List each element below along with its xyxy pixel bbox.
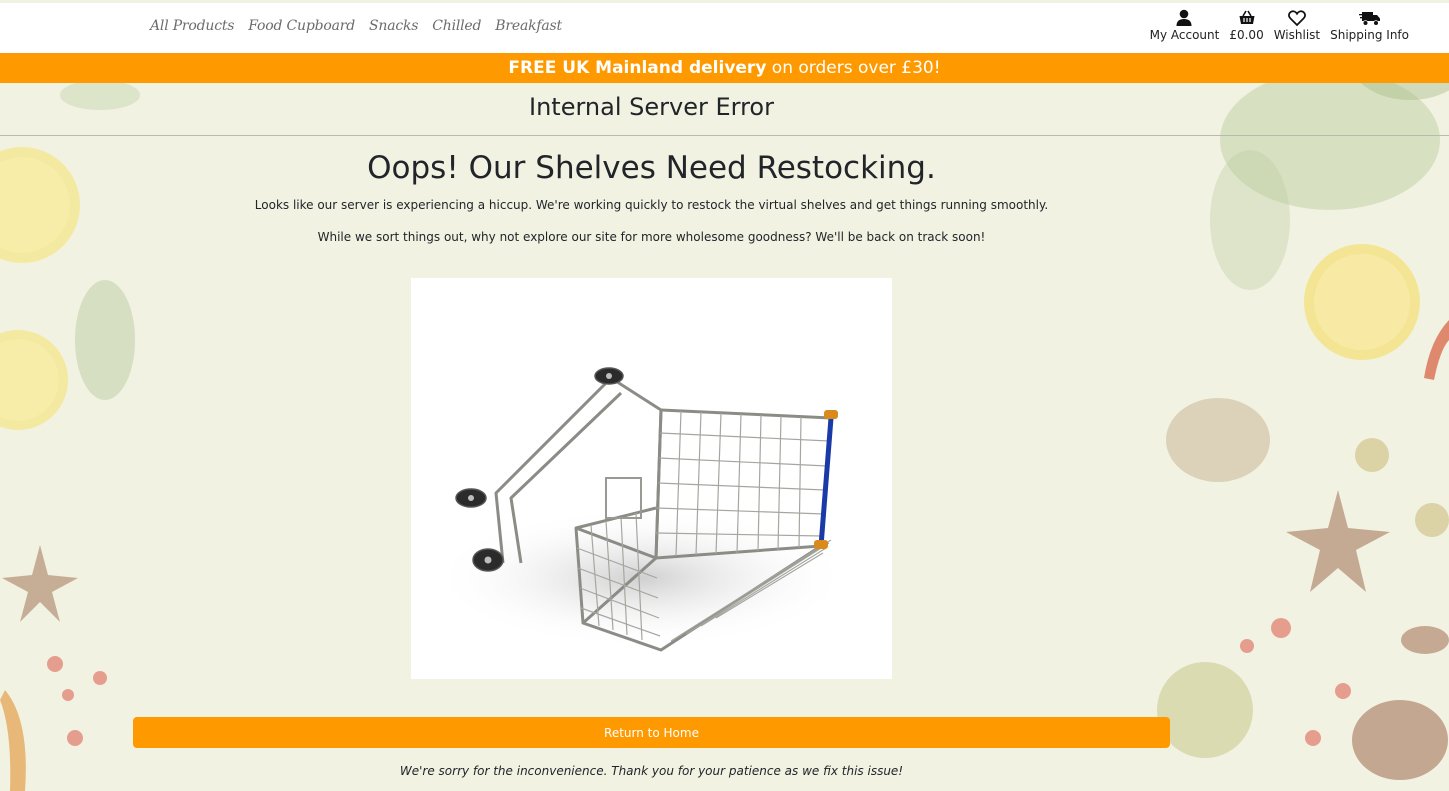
nav-links: All Products Food Cupboard Snacks Chille… [150, 18, 562, 34]
wishlist-link[interactable]: Wishlist [1274, 9, 1320, 42]
basket-icon [1239, 10, 1255, 24]
banner-bold-text: FREE UK Mainland delivery [508, 58, 767, 78]
nav-link-food-cupboard[interactable]: Food Cupboard [248, 18, 355, 34]
my-account-label: My Account [1149, 28, 1220, 42]
basket-total: £0.00 [1229, 28, 1264, 42]
delivery-banner: FREE UK Mainland delivery on orders over… [0, 53, 1449, 83]
main-navbar: All Products Food Cupboard Snacks Chille… [0, 3, 1449, 53]
wishlist-label: Wishlist [1273, 28, 1321, 42]
my-account-link[interactable]: My Account [1149, 9, 1220, 42]
apology-note: We're sorry for the inconvenience. Thank… [399, 764, 904, 778]
explore-message: While we sort things out, why not explor… [317, 230, 986, 244]
shipping-info-link[interactable]: Shipping Info [1330, 9, 1409, 42]
heart-icon [1287, 10, 1306, 27]
nav-link-chilled[interactable]: Chilled [432, 18, 481, 34]
overturned-trolley-image [411, 278, 892, 679]
error-description: Looks like our server is experiencing a … [254, 198, 1049, 212]
divider [0, 135, 1449, 136]
basket-link[interactable]: £0.00 [1229, 9, 1264, 42]
user-icon [1176, 9, 1192, 26]
nav-link-all-products[interactable]: All Products [150, 18, 234, 34]
return-home-button[interactable]: Return to Home [133, 717, 1170, 748]
error-title: Internal Server Error [529, 93, 774, 121]
banner-text: on orders over £30! [766, 58, 941, 78]
shipping-info-label: Shipping Info [1330, 28, 1409, 42]
nav-link-snacks[interactable]: Snacks [369, 18, 418, 34]
nav-icons: My Account £0.00 Wishlist Shipping Info [1150, 9, 1409, 42]
nav-link-breakfast[interactable]: Breakfast [495, 18, 562, 34]
truck-icon [1358, 12, 1380, 26]
page-heading: Oops! Our Shelves Need Restocking. [367, 150, 936, 186]
